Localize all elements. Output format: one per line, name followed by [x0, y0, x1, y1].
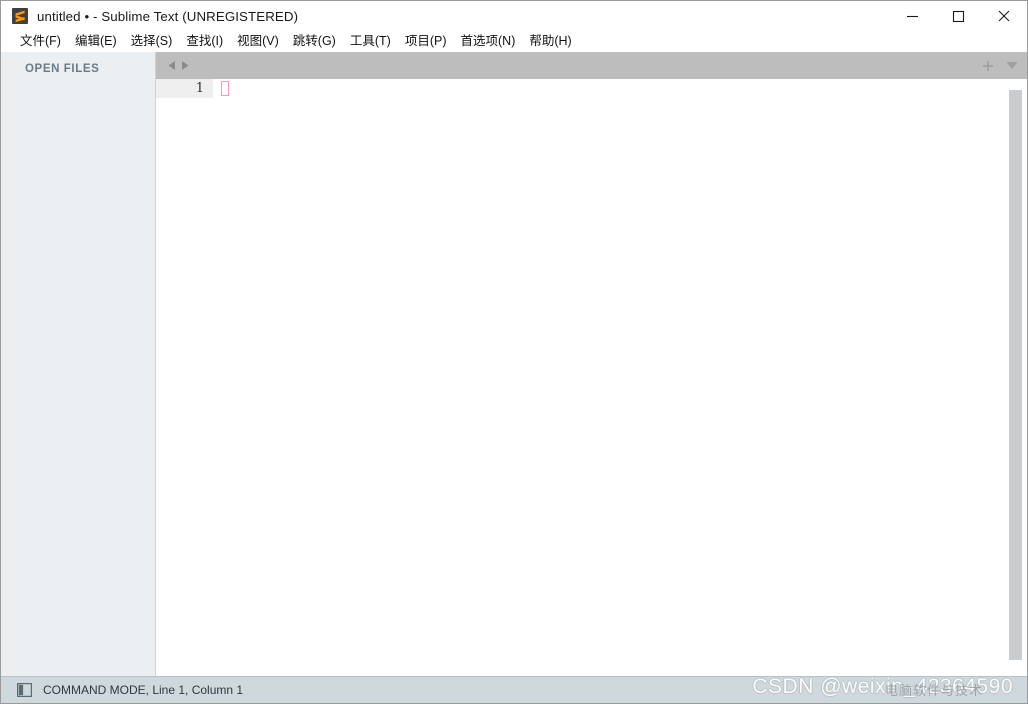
scrollbar-thumb[interactable]	[1009, 90, 1022, 660]
menu-item-project[interactable]: 项目(P)	[398, 31, 454, 52]
window-controls	[889, 1, 1027, 31]
menu-item-edit[interactable]: 编辑(E)	[68, 31, 124, 52]
sublime-text-logo-icon	[12, 8, 28, 24]
tab-nav-arrows	[167, 60, 190, 71]
menu-item-tools[interactable]: 工具(T)	[343, 31, 398, 52]
menu-item-find[interactable]: 查找(I)	[179, 31, 230, 52]
editor-pane: 1	[156, 52, 1027, 676]
chevron-left-icon[interactable]	[167, 60, 177, 71]
menu-item-goto[interactable]: 跳转(G)	[286, 31, 343, 52]
sidebar-section-open-files[interactable]: OPEN FILES	[1, 63, 155, 75]
code-line[interactable]	[221, 79, 1004, 98]
line-number-gutter: 1	[156, 79, 213, 676]
sidebar-toggle-icon[interactable]	[17, 683, 32, 697]
title-bar: untitled • - Sublime Text (UNREGISTERED)	[1, 1, 1027, 31]
status-bar: COMMAND MODE, Line 1, Column 1	[1, 676, 1027, 703]
workspace: OPEN FILES 1	[1, 52, 1027, 676]
editor-area[interactable]: 1	[156, 79, 1027, 676]
menu-item-preferences[interactable]: 首选项(N)	[454, 31, 523, 52]
menu-item-help[interactable]: 帮助(H)	[522, 31, 578, 52]
tab-bar	[156, 52, 1027, 79]
vertical-scrollbar[interactable]	[1004, 79, 1027, 676]
sublime-text-window: untitled • - Sublime Text (UNREGISTERED)	[0, 0, 1028, 704]
watermark-subtext: 电脑软件与技术	[884, 683, 983, 698]
code-text-area[interactable]	[213, 79, 1004, 676]
menu-item-file[interactable]: 文件(F)	[13, 31, 68, 52]
tab-bar-actions	[982, 52, 1018, 79]
sidebar: OPEN FILES	[1, 52, 156, 676]
chevron-down-icon[interactable]	[1006, 61, 1018, 70]
window-title: untitled • - Sublime Text (UNREGISTERED)	[37, 8, 299, 24]
menu-item-view[interactable]: 视图(V)	[230, 31, 286, 52]
line-number: 1	[156, 79, 213, 98]
menu-item-selection[interactable]: 选择(S)	[124, 31, 180, 52]
menu-bar: 文件(F) 编辑(E) 选择(S) 查找(I) 视图(V) 跳转(G) 工具(T…	[1, 31, 1027, 52]
maximize-button[interactable]	[935, 1, 981, 31]
text-cursor	[221, 81, 229, 96]
close-button[interactable]	[981, 1, 1027, 31]
minimize-button[interactable]	[889, 1, 935, 31]
chevron-right-icon[interactable]	[180, 60, 190, 71]
status-message: COMMAND MODE, Line 1, Column 1	[43, 683, 244, 697]
new-tab-plus-icon[interactable]	[982, 60, 994, 72]
